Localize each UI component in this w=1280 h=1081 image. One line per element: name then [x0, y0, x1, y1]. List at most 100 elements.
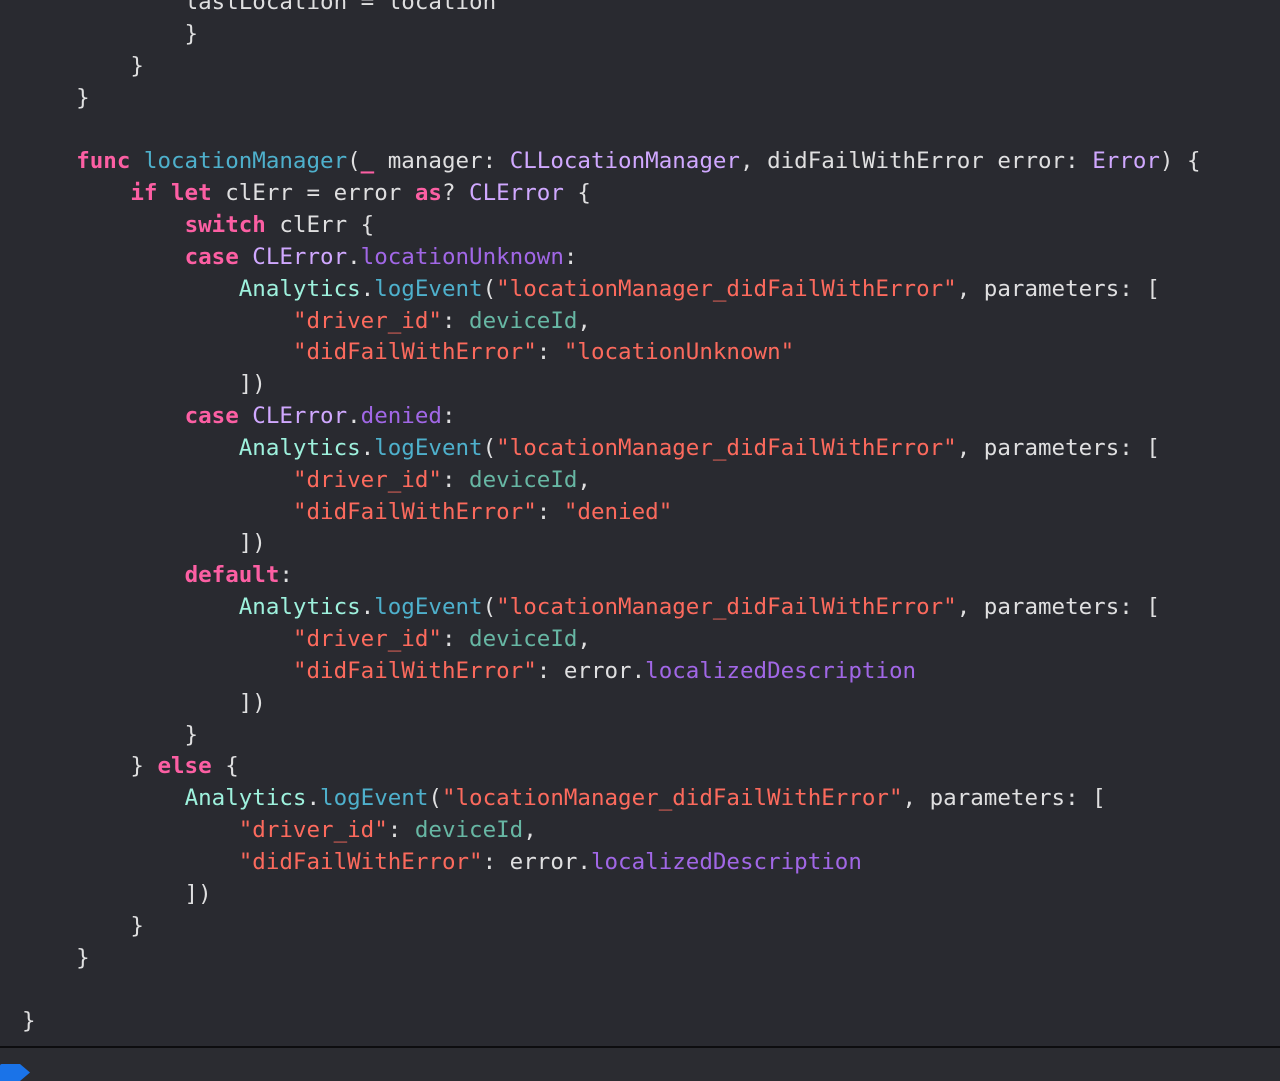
- type-token: CLError: [252, 243, 348, 270]
- code-line[interactable]: Analytics.logEvent("locationManager_didF…: [22, 782, 1106, 814]
- variable-token: deviceId: [414, 817, 524, 844]
- plain-token: }: [22, 912, 144, 939]
- function-token: logEvent: [374, 275, 483, 302]
- plain-token: :: [441, 466, 470, 493]
- variable-token: deviceId: [469, 466, 578, 493]
- plain-token: :: [441, 403, 456, 430]
- code-line[interactable]: "didFailWithError": "locationUnknown": [22, 336, 794, 368]
- class-token: Analytics: [238, 434, 361, 461]
- string-token: "driver_id": [238, 817, 388, 844]
- keyword-token: default: [184, 562, 280, 589]
- code-line[interactable]: switch clErr {: [22, 209, 375, 241]
- function-token: locationManager: [143, 148, 348, 175]
- code-line[interactable]: "driver_id": deviceId,: [22, 305, 591, 337]
- code-line[interactable]: ]): [22, 527, 266, 559]
- plain-token: ,: [577, 626, 591, 652]
- plain-token: : error.: [536, 657, 646, 684]
- plain-token: :: [536, 339, 564, 366]
- code-line[interactable]: "driver_id": deviceId,: [22, 623, 591, 655]
- plain-token: (: [482, 434, 497, 461]
- plain-token: (: [347, 148, 361, 175]
- code-line[interactable]: case CLError.denied:: [22, 400, 456, 432]
- plain-token: , didFailWithError error:: [739, 148, 1093, 175]
- plain-token: : error.: [482, 848, 591, 875]
- plain-token: .: [360, 594, 375, 621]
- code-line[interactable]: }: [22, 18, 199, 50]
- code-line[interactable]: "didFailWithError": "denied": [22, 496, 672, 528]
- plain-token: , parameters: [: [956, 594, 1160, 621]
- code-line[interactable]: }: [22, 910, 144, 942]
- function-token: logEvent: [374, 434, 483, 461]
- string-token: "didFailWithError": [238, 848, 483, 875]
- plain-token: :: [387, 817, 415, 844]
- plain-token: .: [347, 403, 361, 430]
- plain-token: ]): [22, 689, 266, 716]
- plain-token: clErr {: [265, 211, 375, 238]
- code-line[interactable]: Analytics.logEvent("locationManager_didF…: [22, 591, 1160, 623]
- code-line[interactable]: lastLocation = location: [22, 0, 497, 18]
- string-token: "locationManager_didFailWithError": [496, 275, 957, 302]
- keyword-token: else: [157, 753, 212, 780]
- debug-bar: [0, 1046, 1280, 1081]
- plain-token: ]): [22, 530, 266, 557]
- plain-token: , parameters: [: [956, 275, 1160, 302]
- keyword-token: _: [360, 148, 375, 175]
- code-line[interactable]: Analytics.logEvent("locationManager_didF…: [22, 432, 1160, 464]
- code-line[interactable]: }: [22, 82, 90, 114]
- code-line[interactable]: }: [22, 50, 144, 82]
- code-line[interactable]: func locationManager(_ manager: CLLocati…: [22, 145, 1201, 177]
- string-token: "locationManager_didFailWithError": [496, 434, 957, 461]
- plain-token: }: [22, 84, 90, 111]
- keyword-token: switch: [184, 211, 266, 238]
- plain-token: .: [347, 243, 361, 270]
- plain-token: }: [22, 1008, 36, 1035]
- plain-token: ,: [523, 817, 537, 844]
- code-line[interactable]: if let clErr = error as? CLError {: [22, 177, 591, 209]
- plain-token: .: [360, 434, 375, 461]
- keyword-token: case: [184, 403, 239, 430]
- breakpoint-indicator-icon[interactable]: [0, 1064, 30, 1081]
- plain-token: :: [536, 498, 564, 525]
- code-line[interactable]: ]): [22, 687, 266, 719]
- code-line[interactable]: Analytics.logEvent("locationManager_didF…: [22, 273, 1160, 305]
- string-token: "driver_id": [292, 466, 442, 493]
- code-line[interactable]: "didFailWithError": error.localizedDescr…: [22, 655, 916, 687]
- code-line[interactable]: }: [22, 719, 199, 751]
- plain-token: ]): [22, 371, 266, 398]
- string-token: "denied": [563, 498, 673, 525]
- type-token: Error: [1092, 148, 1160, 175]
- plain-token: }: [22, 944, 90, 971]
- code-line[interactable]: "driver_id": deviceId,: [22, 814, 537, 846]
- code-line[interactable]: } else {: [22, 750, 238, 782]
- keyword-token: as: [414, 180, 442, 207]
- string-token: "driver_id": [292, 626, 442, 652]
- plain-token: lastLocation = location: [184, 0, 497, 15]
- class-token: Analytics: [238, 275, 361, 302]
- code-line[interactable]: "driver_id": deviceId,: [22, 464, 591, 496]
- variable-token: deviceId: [469, 307, 578, 334]
- code-line[interactable]: default:: [22, 559, 293, 591]
- code-line[interactable]: }: [22, 942, 90, 974]
- function-token: logEvent: [320, 785, 429, 812]
- type-token: CLLocationManager: [509, 148, 740, 175]
- code-line[interactable]: case CLError.locationUnknown:: [22, 241, 578, 273]
- plain-token: :: [279, 562, 293, 589]
- code-line[interactable]: ]): [22, 878, 212, 910]
- code-editor[interactable]: lastLocation = location } } } func locat…: [0, 0, 1280, 1046]
- code-line[interactable]: ]): [22, 368, 266, 400]
- code-line[interactable]: }: [22, 1005, 36, 1037]
- member-token: denied: [360, 403, 442, 430]
- code-line[interactable]: "didFailWithError": error.localizedDescr…: [22, 846, 862, 878]
- plain-token: ) {: [1159, 148, 1201, 175]
